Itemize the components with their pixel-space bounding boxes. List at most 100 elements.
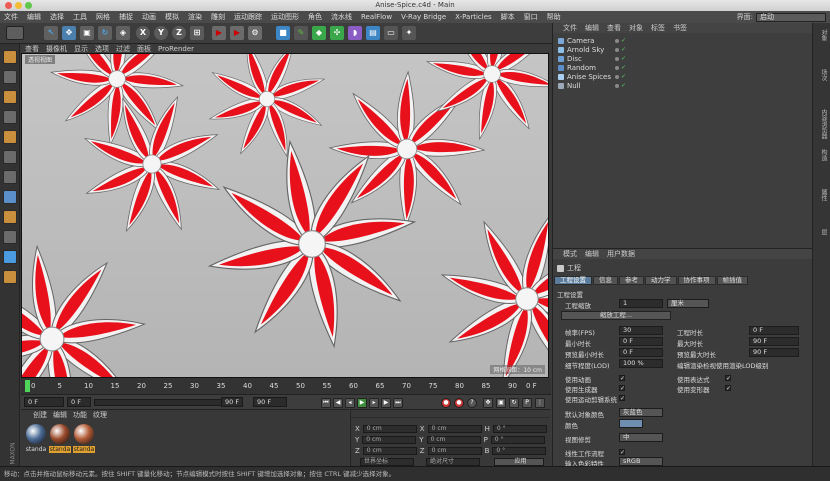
scale-project-button[interactable]: 缩放工程... bbox=[561, 311, 671, 320]
go-to-start-button[interactable]: ⏮ bbox=[321, 398, 331, 408]
timeline-ruler[interactable]: 0 F 0 5 10 15 20 25 30 35 40 45 50 55 60 65 70 75 80 85 90 bbox=[21, 378, 551, 394]
material-menu-item[interactable]: 功能 bbox=[73, 410, 87, 420]
workplane-icon[interactable] bbox=[3, 230, 17, 244]
y-axis-lock[interactable]: Y bbox=[154, 26, 168, 40]
object-menu-item[interactable]: 书签 bbox=[673, 23, 687, 33]
enable-check[interactable]: ✓ bbox=[621, 82, 626, 89]
option-checkbox[interactable]: ✓ bbox=[725, 385, 731, 392]
enable-check[interactable]: ✓ bbox=[621, 73, 626, 80]
visibility-dot[interactable] bbox=[615, 38, 619, 43]
material-swatch[interactable]: standa bbox=[73, 424, 95, 453]
material-swatch[interactable]: standa bbox=[49, 424, 71, 453]
coord-x-field[interactable]: 0 cm bbox=[362, 447, 417, 455]
menu-item[interactable]: 选择 bbox=[50, 12, 64, 22]
layout-dropdown[interactable]: 启动 bbox=[756, 12, 826, 22]
param-field[interactable]: 30 bbox=[619, 326, 663, 335]
param-field[interactable]: 0 F bbox=[749, 326, 799, 335]
close-window-button[interactable] bbox=[5, 2, 12, 9]
object-row[interactable]: Anise Spices ✓ bbox=[558, 72, 808, 81]
attribute-tab[interactable]: 帧插值 bbox=[716, 276, 748, 285]
menu-item[interactable]: 雕刻 bbox=[211, 12, 225, 22]
go-to-end-button[interactable]: ⏭ bbox=[393, 398, 403, 408]
subdivision-icon[interactable]: ◆ bbox=[312, 26, 326, 40]
coord-size-field[interactable]: 0 cm bbox=[426, 436, 481, 444]
object-menu-item[interactable]: 标签 bbox=[651, 23, 665, 33]
viewport-menu-item[interactable]: 过滤 bbox=[116, 44, 130, 54]
autokey-button[interactable]: ● bbox=[454, 398, 464, 408]
scale-key-button[interactable]: ▣ bbox=[496, 398, 506, 408]
z-axis-lock[interactable]: Z bbox=[172, 26, 186, 40]
param-field[interactable]: 0 F bbox=[619, 348, 663, 357]
floor-icon[interactable]: ▤ bbox=[366, 26, 380, 40]
record-button[interactable]: ● bbox=[441, 398, 451, 408]
scale-field[interactable]: 1 bbox=[619, 299, 663, 308]
object-name[interactable]: Disc bbox=[567, 55, 615, 63]
timeline-playhead[interactable] bbox=[25, 380, 30, 392]
pen-spline-icon[interactable]: ✎ bbox=[294, 26, 308, 40]
model-mode-icon[interactable] bbox=[3, 70, 17, 84]
side-tab[interactable]: 场次 bbox=[815, 69, 828, 81]
object-row[interactable]: Random ✓ bbox=[558, 63, 808, 72]
menu-item[interactable]: 网格 bbox=[96, 12, 110, 22]
menu-item[interactable]: 帮助 bbox=[547, 12, 561, 22]
attribute-tab[interactable]: 信息 bbox=[593, 276, 618, 285]
param-field[interactable]: 0 F bbox=[619, 337, 663, 346]
viewport-menu-item[interactable]: 选项 bbox=[95, 44, 109, 54]
viewport-menu-item[interactable]: 查看 bbox=[25, 44, 39, 54]
object-name[interactable]: Arnold Sky bbox=[567, 46, 615, 54]
material-menu-item[interactable]: 编辑 bbox=[53, 410, 67, 420]
enable-check[interactable]: ✓ bbox=[621, 55, 626, 62]
minimize-window-button[interactable] bbox=[15, 2, 22, 9]
edges-mode-icon[interactable] bbox=[3, 130, 17, 144]
locked-workplane-icon[interactable] bbox=[3, 250, 17, 264]
visibility-dot[interactable] bbox=[615, 47, 619, 52]
zoom-window-button[interactable] bbox=[25, 2, 32, 9]
object-menu-item[interactable]: 查看 bbox=[607, 23, 621, 33]
play-button[interactable]: ▶ bbox=[357, 398, 367, 408]
menu-item[interactable]: 脚本 bbox=[501, 12, 515, 22]
coord-x-field[interactable]: 0 cm bbox=[362, 436, 417, 444]
viewport-menu-item[interactable]: ProRender bbox=[158, 45, 194, 53]
rotation-key-button[interactable]: ↻ bbox=[509, 398, 519, 408]
param-field[interactable]: 90 F bbox=[749, 348, 799, 357]
enable-check[interactable]: ✓ bbox=[621, 46, 626, 53]
viewport-menu-item[interactable]: 显示 bbox=[74, 44, 88, 54]
attribute-tab[interactable]: 工程设置 bbox=[554, 276, 592, 285]
cube-icon[interactable]: ■ bbox=[276, 26, 290, 40]
menu-item[interactable]: 捕捉 bbox=[119, 12, 133, 22]
live-selection-icon[interactable]: ↖ bbox=[44, 26, 58, 40]
bend-deformer-icon[interactable]: ◗ bbox=[348, 26, 362, 40]
prev-key-button[interactable]: ◀ bbox=[333, 398, 343, 408]
preview-end-frame-field[interactable]: 90 F bbox=[253, 397, 287, 407]
menu-item[interactable]: 动画 bbox=[142, 12, 156, 22]
visibility-dot[interactable] bbox=[615, 65, 619, 70]
scale-tool-icon[interactable]: ▣ bbox=[80, 26, 94, 40]
object-menu-item[interactable]: 文件 bbox=[563, 23, 577, 33]
option-checkbox[interactable]: ✓ bbox=[725, 375, 731, 382]
material-menu-item[interactable]: 纹理 bbox=[93, 410, 107, 420]
menu-item[interactable]: 模拟 bbox=[165, 12, 179, 22]
visibility-dot[interactable] bbox=[615, 56, 619, 61]
point-level-key-button[interactable]: ⋮ bbox=[535, 398, 545, 408]
option-checkbox[interactable]: ✓ bbox=[619, 375, 625, 382]
menu-item[interactable]: 运动图形 bbox=[271, 12, 299, 22]
menu-item[interactable]: 工具 bbox=[73, 12, 87, 22]
object-name[interactable]: Null bbox=[567, 82, 615, 90]
undo-icon[interactable] bbox=[6, 26, 24, 40]
time-slider[interactable] bbox=[94, 399, 229, 406]
sculpt-icon[interactable] bbox=[3, 270, 17, 284]
color-swatch[interactable] bbox=[619, 419, 643, 428]
render-settings-icon[interactable]: ⚙ bbox=[248, 26, 262, 40]
prev-frame-button[interactable]: ◂ bbox=[345, 398, 355, 408]
coordinate-system-icon[interactable]: ⊞ bbox=[190, 26, 204, 40]
polygons-mode-icon[interactable] bbox=[3, 150, 17, 164]
menu-item[interactable]: 渲染 bbox=[188, 12, 202, 22]
attribute-tab[interactable]: 参考 bbox=[619, 276, 644, 285]
next-key-button[interactable]: ▶ bbox=[381, 398, 391, 408]
perspective-viewport[interactable]: 透视视图 网格间距：10 cm bbox=[21, 53, 549, 378]
make-editable-icon[interactable] bbox=[3, 50, 17, 64]
x-axis-lock[interactable]: X bbox=[136, 26, 150, 40]
coord-rot-field[interactable]: 0 ° bbox=[492, 447, 547, 455]
side-tab[interactable]: 层 bbox=[815, 229, 828, 235]
array-icon[interactable]: ✣ bbox=[330, 26, 344, 40]
